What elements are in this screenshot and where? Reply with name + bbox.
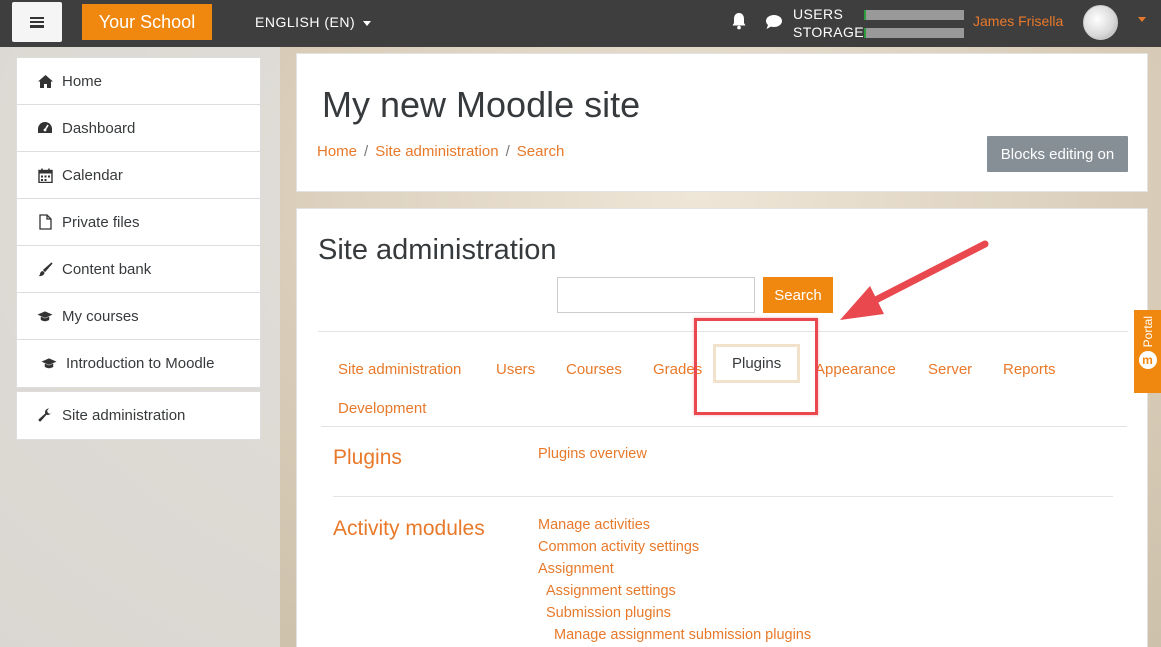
wrench-icon [37,408,53,424]
hamburger-icon [30,16,44,28]
users-usage-bar [864,10,964,20]
divider [321,426,1127,427]
drawer-item-label: Site administration [62,407,186,424]
breadcrumb-separator: / [505,143,510,160]
link-assignment-settings[interactable]: Assignment settings [546,583,676,599]
annotation-arrow [840,240,989,320]
bell-icon[interactable] [731,12,747,30]
tab-appearance[interactable]: Appearance [815,361,896,378]
tab-development[interactable]: Development [338,400,426,417]
users-usage-label: USERS [793,6,844,22]
tab-reports[interactable]: Reports [1003,361,1056,378]
paintbrush-icon [37,261,53,277]
section-heading: Site administration [318,234,557,266]
page-header: My new Moodle site Home / Site administrat… [296,53,1148,192]
link-manage-assignment-submission-plugins[interactable]: Manage assignment submission plugins [554,627,811,643]
drawer-item-content-bank[interactable]: Content bank [17,246,260,293]
storage-usage-bar [864,28,964,38]
link-assignment[interactable]: Assignment [538,561,614,577]
drawer-admin-group: Site administration [16,391,261,440]
link-manage-activities[interactable]: Manage activities [538,517,650,533]
breadcrumb-separator: / [364,143,369,160]
storage-usage-label: STORAGE [793,24,865,40]
hamburger-menu-button[interactable] [12,2,62,42]
language-label: ENGLISH (EN) [255,14,356,30]
blocks-editing-button[interactable]: Blocks editing on [987,136,1128,172]
usage-labels: USERS STORAGE [793,5,864,41]
tab-users[interactable]: Users [496,361,535,378]
annotation-highlight-box [694,318,818,415]
moodle-logo-icon: m [1138,351,1157,370]
drawer-item-private-files[interactable]: Private files [17,199,260,246]
calendar-icon [37,167,53,183]
tab-courses[interactable]: Courses [566,361,622,378]
chevron-down-icon [363,20,372,26]
home-icon [37,73,53,89]
nav-drawer: Home Dashboard Calendar Private files Co… [0,47,280,647]
drawer-item-label: Content bank [62,260,152,278]
tab-site-administration[interactable]: Site administration [338,361,461,378]
chat-bubble-icon[interactable] [765,14,783,30]
users-usage-fill [864,10,866,20]
breadcrumb-site-administration[interactable]: Site administration [375,143,498,160]
user-name[interactable]: James Frisella [973,13,1063,29]
drawer-item-calendar[interactable]: Calendar [17,152,260,199]
link-common-activity-settings[interactable]: Common activity settings [538,539,699,555]
portal-side-tab[interactable]: Portal m [1134,310,1161,393]
site-admin-panel: Site administration Search Site administ… [296,208,1148,647]
drawer-main-group: Home Dashboard Calendar Private files Co… [16,57,261,388]
page-title: My new Moodle site [322,84,641,125]
divider [333,496,1113,497]
dashboard-icon [37,120,53,136]
graduation-cap-icon [41,356,57,372]
drawer-item-dashboard[interactable]: Dashboard [17,105,260,152]
drawer-item-home[interactable]: Home [17,58,260,105]
drawer-item-label: Home [62,72,103,90]
file-icon [37,214,53,230]
breadcrumb: Home / Site administration / Search [317,143,564,160]
tab-server[interactable]: Server [928,361,972,378]
drawer-item-course-intro[interactable]: Introduction to Moodle [17,340,260,387]
admin-search-input[interactable] [557,277,755,313]
storage-usage-fill [864,28,866,38]
avatar[interactable] [1083,5,1118,40]
breadcrumb-home[interactable]: Home [317,143,357,160]
site-brand[interactable]: Your School [82,4,212,40]
link-submission-plugins[interactable]: Submission plugins [546,605,671,621]
link-plugins-overview[interactable]: Plugins overview [538,446,647,462]
drawer-item-site-administration[interactable]: Site administration [17,392,260,439]
language-menu[interactable]: ENGLISH (EN) [255,14,372,30]
search-button[interactable]: Search [763,277,833,313]
top-navbar: Your School ENGLISH (EN) USERS STORAGE J… [0,0,1161,47]
section-title-plugins[interactable]: Plugins [333,446,402,470]
user-menu-chevron-icon[interactable] [1138,17,1146,22]
drawer-item-label: Introduction to Moodle [66,355,215,372]
drawer-item-label: My courses [62,307,139,325]
drawer-item-label: Private files [62,213,140,231]
drawer-item-my-courses[interactable]: My courses [17,293,260,340]
drawer-item-label: Dashboard [62,119,136,137]
portal-label: Portal [1140,316,1155,348]
breadcrumb-search[interactable]: Search [517,143,565,160]
drawer-item-label: Calendar [62,166,123,184]
graduation-cap-icon [37,308,53,324]
section-title-activity-modules[interactable]: Activity modules [333,517,485,541]
